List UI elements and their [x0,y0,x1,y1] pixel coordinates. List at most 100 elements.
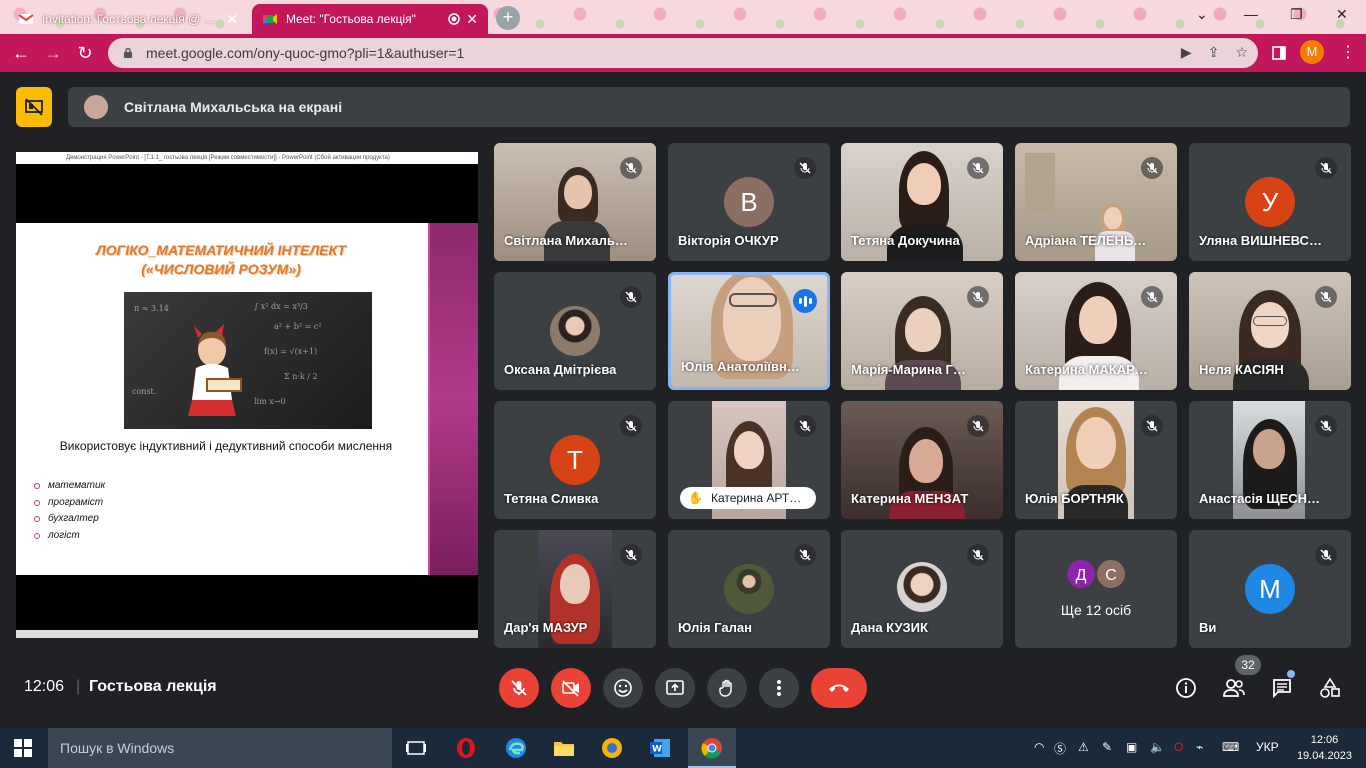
muted-mic-icon [967,415,989,437]
participant-tile[interactable]: Дар'я МАЗУР [494,530,656,648]
participant-tile[interactable]: Дана КУЗИК [841,530,1003,648]
participant-tile-speaking[interactable]: Юлія Анатоліївн… [668,272,830,390]
powerpoint-window-title: Демонстрация PowerPoint - [Т.1.1_ гостьо… [16,152,478,164]
yandex-browser-icon[interactable] [600,736,624,760]
participant-name: Вікторія ОЧКУР [678,233,779,248]
gmail-icon [18,14,34,24]
list-item: програміст [34,495,105,512]
window-close-icon[interactable]: ✕ [1336,6,1348,23]
activities-button[interactable] [1316,674,1344,702]
minimize-icon[interactable]: — [1244,6,1258,22]
taskbar-time: 12:06 [1310,734,1339,746]
slide-bullet-list: математик програміст бухгалтер логіст [34,478,105,544]
browser-toolbar: ← → ↻ meet.google.com/ony-quoc-gmo?pli=1… [0,34,1366,72]
windows-search-box[interactable]: Пошук в Windows [48,728,392,768]
muted-mic-icon [794,157,816,179]
muted-mic-icon [620,415,642,437]
side-panel-icon[interactable] [1272,46,1286,60]
muted-mic-icon [967,286,989,308]
camera-toggle-button[interactable] [551,668,591,708]
close-icon[interactable]: ✕ [466,11,478,28]
participant-tile[interactable]: Світлана Михаль… [494,143,656,261]
profile-avatar[interactable]: M [1300,40,1324,64]
opera-tray-icon[interactable]: O [1174,740,1183,754]
participant-tile[interactable]: Тетяна Докучина [841,143,1003,261]
raise-hand-button[interactable] [707,668,747,708]
address-bar[interactable]: meet.google.com/ony-quoc-gmo?pli=1&authu… [108,38,1258,68]
restore-icon[interactable]: ❐ [1290,6,1303,23]
close-icon[interactable]: ✕ [226,11,238,28]
participant-tile[interactable]: Оксана Дмітрієва [494,272,656,390]
wifi-icon[interactable]: ◠ [1034,740,1044,754]
participant-tile[interactable]: Марія-Марина Г… [841,272,1003,390]
self-tile[interactable]: M Ви [1189,530,1351,648]
reload-icon[interactable]: ↻ [70,38,100,68]
participant-tile[interactable]: В Вікторія ОЧКУР [668,143,830,261]
participant-photo [897,562,947,612]
chevron-down-icon[interactable]: ⌄ [1196,6,1208,23]
present-screen-button[interactable] [655,668,695,708]
task-view-icon[interactable] [404,736,428,760]
menu-dots-icon[interactable]: ⋮ [1340,42,1356,62]
raised-hand-badge: ✋ Катерина АРТ… [680,487,816,509]
meet-icon [263,14,277,24]
participant-tile[interactable]: Т Тетяна Сливка [494,401,656,519]
muted-mic-icon [1315,286,1337,308]
windows-taskbar: Пошук в Windows W ◠ Ⓢ ⚠ ✎ ▣ 🔈 O ⌁ ⌨ УКР … [0,728,1366,768]
participant-name: Юлія Галан [678,620,752,635]
share-icon[interactable]: ⇪ [1208,44,1220,61]
skype-icon[interactable]: Ⓢ [1054,740,1066,757]
participant-tile[interactable]: Катерина МЕНЗАТ [841,401,1003,519]
opera-icon[interactable] [454,736,478,760]
presentation-toggle-button[interactable] [16,87,52,127]
people-button[interactable] [1220,674,1248,702]
participant-tile[interactable]: ✋ Катерина АРТ… [668,401,830,519]
participant-name: Катерина АРТ… [710,491,802,505]
keyboard-icon[interactable]: ⌨ [1222,740,1239,754]
microphone-toggle-button[interactable] [499,668,539,708]
bookmark-star-icon[interactable]: ☆ [1235,44,1248,61]
taskbar-date: 19.04.2023 [1296,750,1352,762]
participant-tile[interactable]: Адріана ТЕЛЕНЬ… [1015,143,1177,261]
participant-tile[interactable]: У Уляна ВИШНЕВС… [1189,143,1351,261]
participant-tile[interactable]: Катерина МАКАР… [1015,272,1177,390]
forward-icon[interactable]: → [38,38,68,68]
tab-gmail-invitation[interactable]: Invitation: Гостьова лекція @ We ✕ [8,4,248,34]
divider: | [76,678,81,695]
edge-icon[interactable] [504,736,528,760]
network-icon[interactable]: ⌁ [1196,740,1203,754]
tray-app-icon[interactable]: ⚠ [1078,740,1089,754]
more-participants-tile[interactable]: Д С Ще 12 осіб [1015,530,1177,648]
volume-icon[interactable]: 🔈 [1150,740,1165,754]
list-item: бухгалтер [34,511,105,528]
raised-hand-icon: ✋ [688,491,703,505]
back-icon[interactable]: ← [6,38,36,68]
meeting-details-button[interactable] [1172,674,1200,702]
reactions-button[interactable] [603,668,643,708]
meeting-clock: 12:06 [24,678,65,695]
participant-tile[interactable]: Юлія БОРТНЯК [1015,401,1177,519]
new-tab-button[interactable]: + [496,6,520,30]
participant-name: Дар'я МАЗУР [504,620,588,635]
participant-tile[interactable]: Юлія Галан [668,530,830,648]
file-explorer-icon[interactable] [552,736,576,760]
muted-mic-icon [794,415,816,437]
chat-button[interactable] [1268,674,1296,702]
hand-icon [719,679,732,697]
leave-call-button[interactable] [811,668,867,708]
tray-app-icon[interactable]: ▣ [1126,740,1137,754]
windows-start-icon[interactable] [14,739,32,757]
tray-app-icon[interactable]: ✎ [1102,740,1112,754]
participant-tile[interactable]: Анастасія ЩЕСН… [1189,401,1351,519]
more-options-button[interactable] [759,668,799,708]
word-icon[interactable]: W [648,736,672,760]
tab-meet[interactable]: Meet: "Гостьова лекція" ✕ [252,4,488,34]
participant-name: Юлія БОРТНЯК [1025,491,1124,506]
language-indicator[interactable]: УКР [1256,740,1279,754]
camera-indicator-icon[interactable]: ▶ [1181,44,1192,61]
taskbar-clock[interactable]: 12:06 19.04.2023 [1297,732,1352,764]
participant-tile[interactable]: Неля КАСІЯН [1189,272,1351,390]
shapes-icon [1320,677,1340,698]
chrome-icon[interactable] [700,736,724,760]
participant-name: Світлана Михаль… [504,233,628,248]
